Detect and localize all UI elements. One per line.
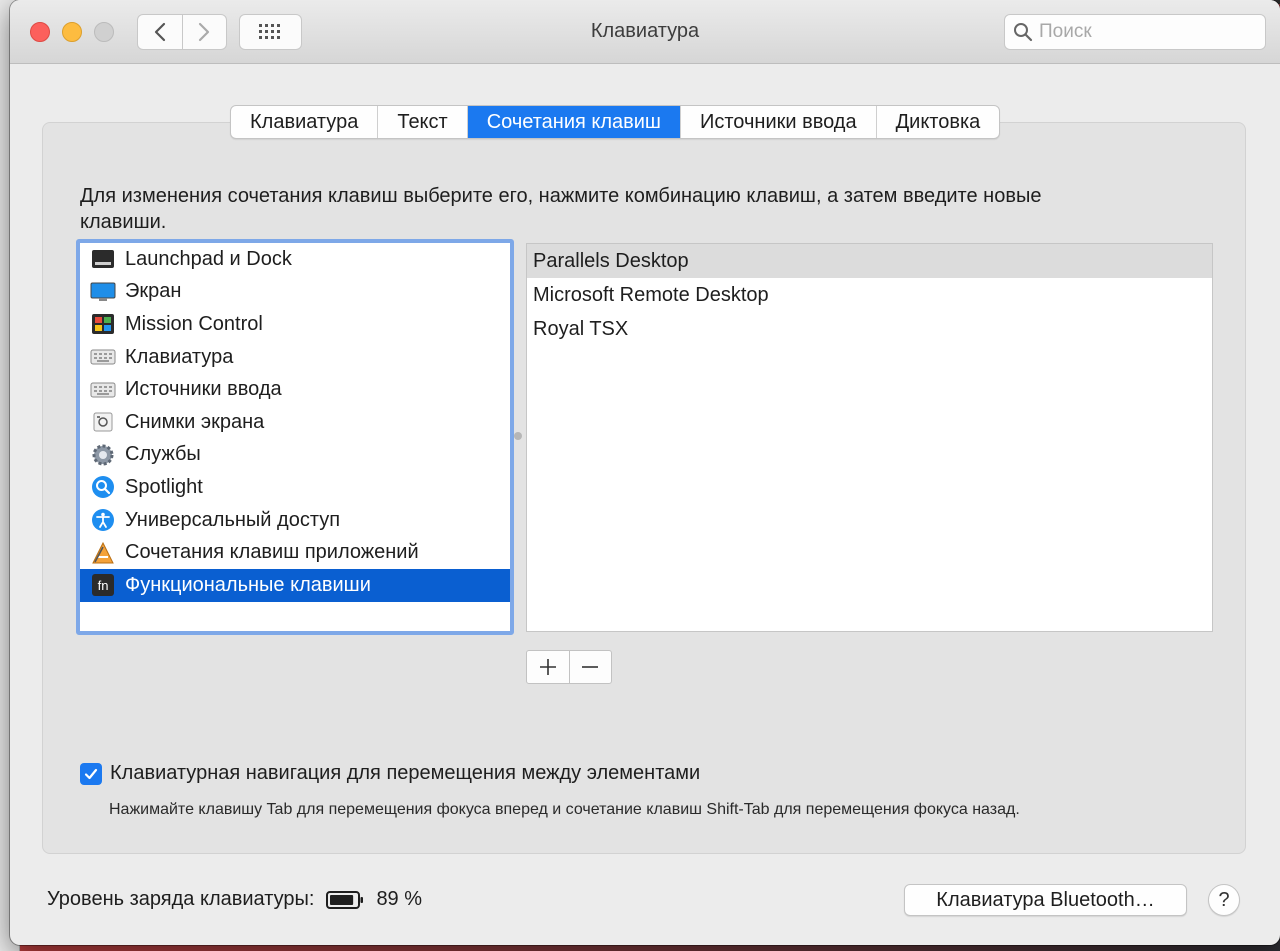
- add-remove-buttons: [526, 650, 612, 684]
- search-field[interactable]: [1004, 14, 1266, 50]
- keyboard-navigation-hint: Нажимайте клавишу Tab для перемещения фо…: [109, 801, 1020, 818]
- list-item-royal-tsx[interactable]: Royal TSX: [527, 312, 1212, 346]
- list-item-screenshots[interactable]: Снимки экрана: [80, 406, 510, 439]
- keyboard-icon: [90, 345, 116, 369]
- search-input[interactable]: [1039, 21, 1259, 43]
- tab-shortcuts[interactable]: Сочетания клавиш: [466, 106, 680, 138]
- search-icon: [1014, 23, 1033, 42]
- tab-text[interactable]: Текст: [377, 106, 466, 138]
- add-button[interactable]: [527, 651, 569, 683]
- list-item-mission-control[interactable]: Mission Control: [80, 308, 510, 341]
- bluetooth-keyboard-button[interactable]: Клавиатура Bluetooth…: [904, 884, 1187, 916]
- instruction-text: Для изменения сочетания клавиш выберите …: [80, 185, 1042, 233]
- list-item-services[interactable]: Службы: [80, 439, 510, 472]
- services-gear-icon: [90, 443, 116, 467]
- titlebar: Клавиатура: [10, 0, 1280, 64]
- app-list[interactable]: Parallels Desktop Microsoft Remote Deskt…: [526, 243, 1213, 632]
- battery-percentage: 89 %: [376, 888, 423, 910]
- launchpad-dock-icon: [90, 247, 116, 271]
- battery-label: Уровень заряда клавиатуры:: [47, 888, 315, 910]
- fn-key-icon: fn: [90, 573, 116, 597]
- mission-control-icon: [90, 312, 116, 336]
- checkmark-icon: [84, 768, 98, 779]
- battery-status: Уровень заряда клавиатуры: 89 %: [47, 888, 422, 911]
- list-item-label: Launchpad и Dock: [125, 247, 292, 270]
- list-item-label: Функциональные клавиши: [125, 573, 371, 596]
- app-shortcuts-icon: [90, 541, 116, 565]
- list-item-spotlight[interactable]: Spotlight: [80, 471, 510, 504]
- minus-icon: [582, 666, 599, 668]
- preferences-window: Клавиатура Клавиатура Текст Сочетания кл…: [10, 0, 1280, 945]
- list-item-input-sources[interactable]: Источники ввода: [80, 373, 510, 406]
- battery-level-fill: [330, 894, 354, 905]
- list-item-microsoft-remote-desktop[interactable]: Microsoft Remote Desktop: [527, 278, 1212, 312]
- list-item-label: Сочетания клавиш приложений: [125, 541, 419, 564]
- accessibility-icon: [90, 508, 116, 532]
- list-item-display[interactable]: Экран: [80, 276, 510, 309]
- tab-dictation[interactable]: Диктовка: [875, 106, 1000, 138]
- keyboard-navigation-option[interactable]: Клавиатурная навигация для перемещения м…: [80, 762, 700, 785]
- help-button[interactable]: ?: [1208, 884, 1240, 916]
- tab-bar: Клавиатура Текст Сочетания клавиш Источн…: [230, 105, 1001, 139]
- list-item-label: Источники ввода: [125, 378, 282, 401]
- svg-text:fn: fn: [98, 578, 109, 593]
- list-item-label: Снимки экрана: [125, 410, 265, 433]
- display-icon: [90, 280, 116, 304]
- list-item-parallels-desktop[interactable]: Parallels Desktop: [527, 244, 1212, 278]
- list-item-label: Экран: [125, 280, 182, 303]
- battery-icon: [326, 890, 364, 910]
- input-sources-icon: [90, 378, 116, 402]
- list-item-launchpad-dock[interactable]: Launchpad и Dock: [80, 243, 510, 276]
- keyboard-navigation-checkbox[interactable]: [80, 762, 102, 785]
- list-item-app-shortcuts[interactable]: Сочетания клавиш приложений: [80, 536, 510, 569]
- split-view-handle[interactable]: [514, 432, 522, 440]
- spotlight-icon: [90, 475, 116, 499]
- list-item-label: Службы: [125, 443, 201, 466]
- list-item-label: Spotlight: [125, 475, 203, 498]
- tab-input-sources[interactable]: Источники ввода: [679, 106, 876, 138]
- list-item-keyboard[interactable]: Клавиатура: [80, 341, 510, 374]
- list-item-label: Клавиатура: [125, 345, 234, 368]
- keyboard-navigation-label: Клавиатурная навигация для перемещения м…: [110, 762, 701, 784]
- list-item-label: Универсальный доступ: [125, 508, 341, 531]
- list-item-label: Mission Control: [125, 312, 263, 335]
- list-item-function-keys[interactable]: fn Функциональные клавиши: [80, 568, 510, 602]
- tab-keyboard[interactable]: Клавиатура: [231, 106, 377, 138]
- plus-icon: [539, 659, 556, 675]
- remove-button[interactable]: [568, 651, 612, 683]
- list-item-accessibility[interactable]: Универсальный доступ: [80, 504, 510, 537]
- shortcut-category-list[interactable]: Launchpad и Dock Экран Mission Control К…: [76, 239, 514, 635]
- screenshot-icon: [90, 410, 116, 434]
